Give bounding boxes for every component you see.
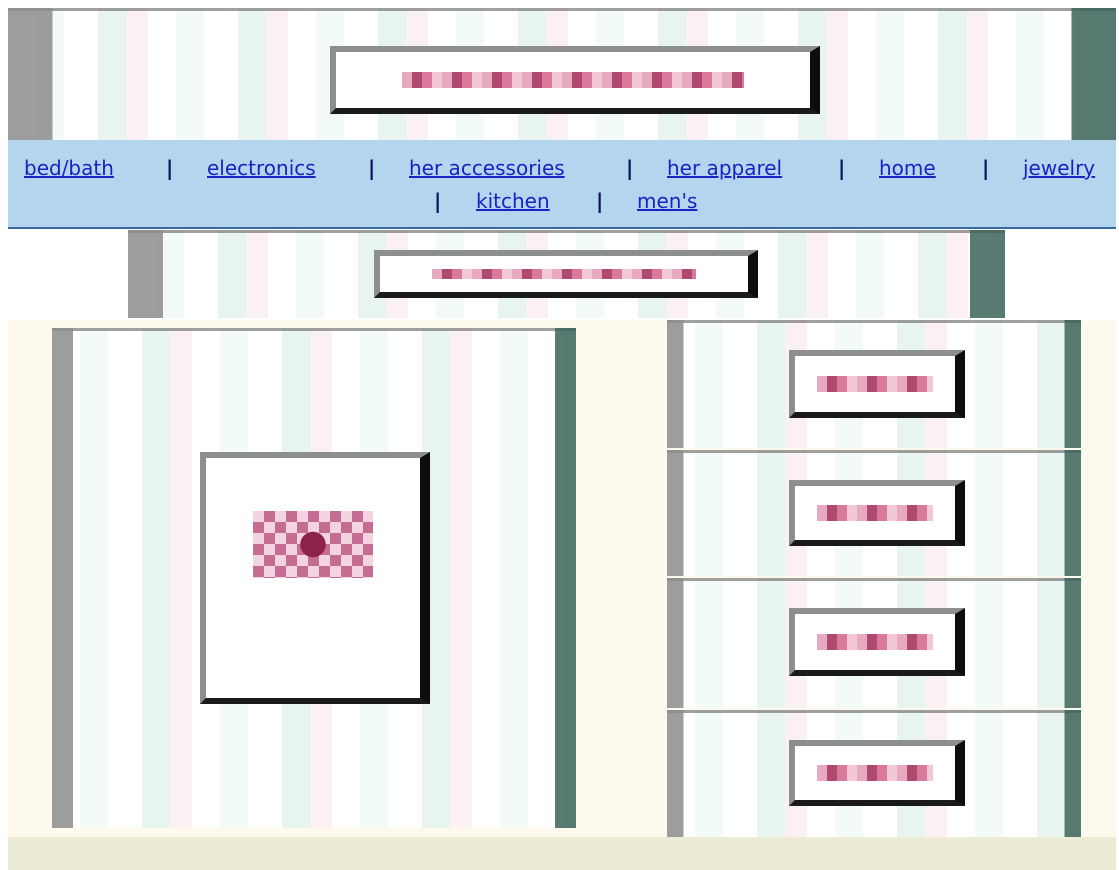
nav-link-jewelry[interactable]: jewelry: [1023, 156, 1095, 180]
nav-link-her-accessories[interactable]: her accessories: [409, 156, 565, 180]
broken-image-icon: [789, 480, 965, 546]
nav-separator: |: [368, 156, 376, 180]
page: { "nav": { "links": ["bed/bath", "electr…: [0, 0, 1119, 870]
content-area: [8, 320, 1116, 837]
broken-image-icon: [374, 250, 758, 298]
nav-link-mens[interactable]: men's: [637, 189, 697, 213]
nav-link-bed-bath[interactable]: bed/bath: [24, 156, 114, 180]
broken-image-icon: [789, 608, 965, 676]
nav-link-her-apparel[interactable]: her apparel: [667, 156, 782, 180]
broken-image-icon: [330, 46, 820, 114]
broken-image-icon: [200, 452, 430, 704]
footer-strip: [8, 837, 1116, 870]
nav-link-electronics[interactable]: electronics: [207, 156, 316, 180]
category-nav: bed/bath | electronics | her accessories…: [8, 140, 1116, 229]
header-banner-image[interactable]: [8, 8, 1116, 140]
thumbnail-image[interactable]: [667, 710, 1081, 837]
nav-separator: |: [166, 156, 174, 180]
nav-separator: |: [838, 156, 846, 180]
broken-image-icon: [789, 350, 965, 418]
nav-separator: |: [626, 156, 634, 180]
nav-link-kitchen[interactable]: kitchen: [476, 189, 550, 213]
nav-separator: |: [596, 189, 604, 213]
thumbnail-image[interactable]: [667, 578, 1081, 708]
nav-separator: |: [982, 156, 990, 180]
thumbnail-image[interactable]: [667, 320, 1081, 448]
nav-link-home[interactable]: home: [879, 156, 936, 180]
sub-banner-image[interactable]: [128, 230, 1005, 318]
nav-separator: |: [434, 189, 442, 213]
broken-image-icon: [789, 740, 965, 806]
thumbnail-image[interactable]: [667, 450, 1081, 576]
feature-image[interactable]: [52, 328, 576, 828]
